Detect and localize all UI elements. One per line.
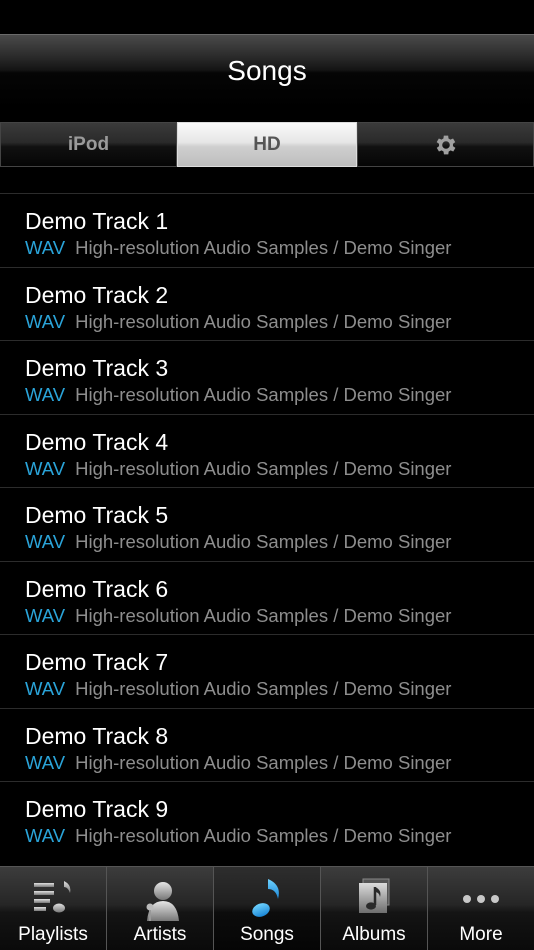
tab-albums-label: Albums [342, 924, 406, 945]
playlists-icon [34, 881, 71, 913]
list-item[interactable]: Demo Track 8 WAV High-resolution Audio Sa… [0, 707, 534, 782]
segment-ipod[interactable]: iPod [0, 122, 177, 167]
song-subtitle: WAV High-resolution Audio Samples / Demo … [25, 825, 451, 847]
tab-songs[interactable]: Songs [213, 866, 320, 950]
tab-artists-label: Artists [133, 924, 187, 945]
list-item[interactable]: Demo Track 4 WAV High-resolution Audio Sa… [0, 413, 534, 488]
page-title: Songs [227, 55, 307, 86]
tab-bar: Playlists Artists Songs Albums More [0, 866, 534, 950]
song-subtitle: WAV High-resolution Audio Samples / Demo … [25, 752, 451, 774]
format-label: WAV [25, 678, 66, 699]
album-artist: High-resolution Audio Samples / Demo Sin… [75, 384, 452, 405]
tab-songs-label: Songs [240, 924, 294, 945]
segment-settings[interactable] [357, 122, 534, 167]
format-label: WAV [25, 604, 66, 626]
tab-albums[interactable]: Albums [320, 866, 427, 950]
song-title: Demo Track 8 [25, 722, 169, 749]
nav-bar: Songs [0, 34, 534, 108]
list-item[interactable]: Demo Track 2 WAV High-resolution Audio Sa… [0, 266, 534, 341]
song-subtitle: WAV High-resolution Audio Samples / Demo … [25, 458, 451, 480]
song-subtitle: WAV High-resolution Audio Samples / Demo … [25, 678, 451, 700]
gear-icon [436, 135, 455, 154]
list-item[interactable]: Demo Track 3 WAV High-resolution Audio Sa… [0, 340, 534, 414]
album-artist: High-resolution Audio Samples / Demo Sin… [75, 237, 452, 258]
music-note-icon [252, 879, 279, 917]
album-artist: High-resolution Audio Samples / Demo Sin… [75, 825, 452, 846]
song-title: Demo Track 7 [25, 649, 169, 675]
album-artist: High-resolution Audio Samples / Demo Sin… [75, 457, 452, 479]
tab-artists[interactable]: Artists [106, 866, 213, 950]
album-artist: High-resolution Audio Samples / Demo Sin… [75, 678, 452, 699]
album-artist: High-resolution Audio Samples / Demo Sin… [75, 310, 452, 332]
song-subtitle: WAV High-resolution Audio Samples / Demo … [25, 605, 451, 627]
album-artist: High-resolution Audio Samples / Demo Sin… [75, 604, 452, 626]
segment-hd-label: HD [253, 133, 281, 155]
artists-icon [146, 882, 179, 921]
segment-ipod-label: iPod [67, 133, 110, 155]
tab-playlists[interactable]: Playlists [0, 866, 106, 950]
format-label: WAV [25, 531, 66, 552]
list-item[interactable]: Demo Track 9 WAV High-resolution Audio Sa… [0, 781, 534, 855]
song-subtitle: WAV High-resolution Audio Samples / Demo … [25, 531, 451, 553]
segment-hd[interactable]: HD [177, 122, 357, 167]
album-artist: High-resolution Audio Samples / Demo Sin… [75, 531, 452, 552]
song-list: Demo Track 1 WAV High-resolution Audio Sa… [0, 193, 534, 855]
song-title: Demo Track 4 [25, 428, 169, 455]
list-item[interactable]: Demo Track 7 WAV High-resolution Audio Sa… [0, 634, 534, 708]
song-title: Demo Track 5 [25, 502, 169, 528]
song-title: Demo Track 3 [25, 355, 169, 381]
tab-more-label: More [459, 924, 503, 945]
status-bar [0, 0, 534, 34]
list-item[interactable]: Demo Track 5 WAV High-resolution Audio Sa… [0, 487, 534, 561]
song-subtitle: WAV High-resolution Audio Samples / Demo … [25, 311, 451, 333]
song-title: Demo Track 1 [25, 208, 169, 234]
song-title: Demo Track 9 [25, 796, 169, 822]
format-label: WAV [25, 825, 66, 846]
format-label: WAV [25, 751, 66, 773]
format-label: WAV [25, 457, 66, 479]
list-item[interactable]: Demo Track 6 WAV High-resolution Audio Sa… [0, 560, 534, 635]
song-title: Demo Track 6 [25, 575, 169, 602]
song-title: Demo Track 2 [25, 281, 169, 308]
album-artist: High-resolution Audio Samples / Demo Sin… [75, 751, 452, 773]
tab-playlists-label: Playlists [18, 924, 88, 945]
albums-icon [359, 878, 390, 913]
tab-more[interactable]: More [427, 866, 534, 950]
format-label: WAV [25, 237, 66, 258]
song-subtitle: WAV High-resolution Audio Samples / Demo … [25, 237, 451, 259]
format-label: WAV [25, 310, 66, 332]
source-segmented-control: iPod HD [0, 122, 534, 167]
list-item[interactable]: Demo Track 1 WAV High-resolution Audio Sa… [0, 193, 534, 267]
format-label: WAV [25, 384, 66, 405]
more-icon [463, 895, 499, 903]
song-subtitle: WAV High-resolution Audio Samples / Demo … [25, 384, 451, 406]
